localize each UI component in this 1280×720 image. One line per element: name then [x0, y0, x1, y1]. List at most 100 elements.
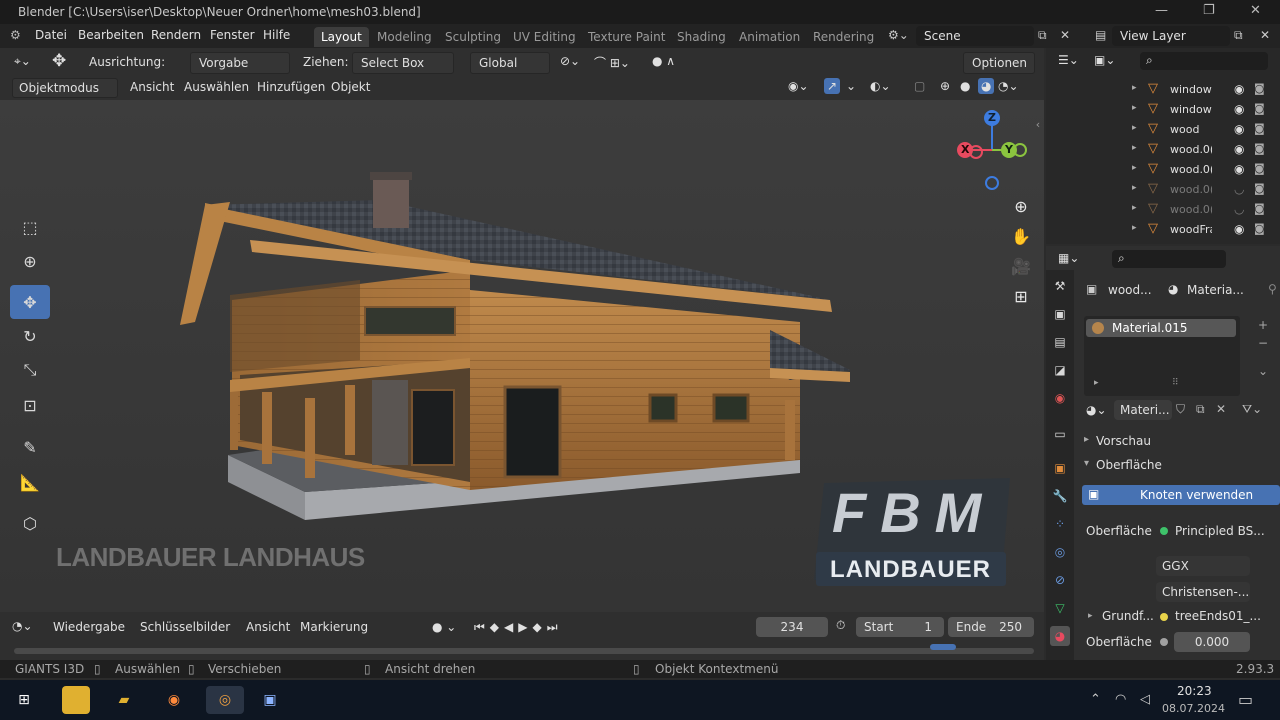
- pivot-icon[interactable]: ⊘⌄: [560, 54, 580, 68]
- tab-data-icon[interactable]: ▽: [1050, 598, 1070, 618]
- menu-ansicht[interactable]: Ansicht: [130, 80, 174, 94]
- menu-wiedergabe[interactable]: Wiedergabe: [53, 620, 125, 634]
- visibility-eye-icon[interactable]: ◉: [1234, 122, 1244, 136]
- minimize-button[interactable]: —: [1155, 3, 1168, 18]
- timeline-editor-icon[interactable]: ◔⌄: [12, 619, 33, 633]
- clock-time[interactable]: 20:23: [1177, 684, 1212, 698]
- outliner-row[interactable]: ▸ ▽ wood.0(◉ ◙: [1046, 160, 1280, 180]
- properties-search-input[interactable]: ⌕: [1112, 250, 1226, 268]
- notifications-icon[interactable]: ▭: [1238, 690, 1253, 709]
- editor-type-icon[interactable]: ⌖⌄: [14, 54, 31, 69]
- add-slot-icon[interactable]: +: [1258, 318, 1268, 332]
- windows-start-icon[interactable]: ⊞: [10, 686, 38, 714]
- gizmo-menu-icon[interactable]: ⌄: [846, 79, 856, 93]
- use-nodes-button[interactable]: ▣ Knoten verwenden: [1082, 485, 1280, 505]
- transform-orientation-dropdown[interactable]: Global: [470, 52, 550, 74]
- image-viewer-icon[interactable]: ▣: [256, 686, 284, 714]
- overlay-icon[interactable]: ◐⌄: [870, 79, 891, 93]
- tab-sculpting[interactable]: Sculpting: [438, 27, 508, 47]
- menu-objekt[interactable]: Objekt: [331, 80, 370, 94]
- delete-scene-icon[interactable]: ✕: [1060, 28, 1070, 42]
- vorschau-header[interactable]: Vorschau: [1096, 434, 1151, 448]
- playhead-marker[interactable]: [930, 644, 956, 650]
- rendered-shading-icon[interactable]: ◔⌄: [998, 79, 1019, 93]
- tab-rendering[interactable]: Rendering: [806, 27, 881, 47]
- tab-uv-editing[interactable]: UV Editing: [506, 27, 583, 47]
- file-explorer-icon[interactable]: [62, 686, 90, 714]
- tab-output-icon[interactable]: ▤: [1050, 332, 1070, 352]
- tab-scene-icon[interactable]: ◉: [1050, 388, 1070, 408]
- expand-arrow-icon[interactable]: ▸: [1132, 183, 1137, 193]
- visibility-eye-icon[interactable]: ◉: [1234, 222, 1244, 236]
- annotate-tool-icon[interactable]: ✎: [10, 430, 50, 464]
- menu-auswaehlen[interactable]: Auswählen: [184, 80, 249, 94]
- menu-markierung[interactable]: Markierung: [300, 620, 368, 634]
- menu-schluesselbilder[interactable]: Schlüsselbilder: [140, 620, 230, 634]
- snap-icon[interactable]: ⌒ ⊞⌄: [594, 54, 630, 71]
- select-box-tool-icon[interactable]: ⬚: [10, 210, 50, 244]
- vorschau-expand-icon[interactable]: ▸: [1084, 434, 1089, 445]
- visibility-eye-icon[interactable]: ◉: [1234, 102, 1244, 116]
- zoom-icon[interactable]: ⊕: [1007, 192, 1035, 220]
- tab-particles-icon[interactable]: ⁘: [1050, 514, 1070, 534]
- subsurface-method-dropdown[interactable]: Christensen-...: [1156, 582, 1250, 602]
- tab-animation[interactable]: Animation: [732, 27, 807, 47]
- material-name-field[interactable]: Materi...: [1114, 400, 1172, 420]
- start-frame-field[interactable]: Start 1: [856, 617, 944, 637]
- end-frame-field[interactable]: Ende 250: [948, 617, 1034, 637]
- slot-menu-icon[interactable]: ⌄: [1258, 364, 1268, 378]
- tray-chevron-icon[interactable]: ⌃: [1090, 692, 1101, 707]
- oberflaeche-header[interactable]: Oberfläche: [1096, 458, 1162, 472]
- outliner-editor-icon[interactable]: ☰⌄: [1058, 53, 1079, 67]
- tab-shading[interactable]: Shading: [670, 27, 733, 47]
- distribution-dropdown[interactable]: GGX: [1156, 556, 1250, 576]
- display-mode-icon[interactable]: ▣⌄: [1094, 53, 1115, 67]
- camera-view-icon[interactable]: 🎥: [1007, 252, 1035, 280]
- render-camera-icon[interactable]: ◙: [1254, 82, 1265, 95]
- duplicate-material-icon[interactable]: ⧉: [1196, 402, 1205, 417]
- tab-modeling[interactable]: Modeling: [370, 27, 439, 47]
- render-camera-icon[interactable]: ◙: [1254, 222, 1265, 235]
- proportional-edit-icon[interactable]: ● ∧: [652, 54, 675, 68]
- material-shading-icon[interactable]: ◕: [978, 78, 995, 94]
- expand-arrow-icon[interactable]: ▸: [1132, 83, 1137, 93]
- outliner-row[interactable]: ▸ ▽ wood.0(◡ ◙: [1046, 180, 1280, 200]
- tab-world-icon[interactable]: ▭: [1050, 424, 1070, 444]
- ausrichtung-dropdown[interactable]: Vorgabe: [190, 52, 290, 74]
- outliner-row[interactable]: ▸ ▽ window ◉ ◙: [1046, 100, 1280, 120]
- network-icon[interactable]: ◠: [1115, 692, 1126, 707]
- render-camera-icon[interactable]: ◙: [1254, 202, 1265, 215]
- tab-texture-paint[interactable]: Texture Paint: [581, 27, 672, 47]
- cursor-tool-icon[interactable]: ⊕: [10, 244, 50, 278]
- render-camera-icon[interactable]: ◙: [1254, 182, 1265, 195]
- menu-hinzufuegen[interactable]: Hinzufügen: [257, 80, 325, 94]
- subsurface-value-field[interactable]: 0.000: [1174, 632, 1250, 652]
- outliner-item-name[interactable]: window: [1170, 103, 1212, 116]
- mode-dropdown[interactable]: Objektmodus: [12, 78, 118, 98]
- outliner-item-name[interactable]: wood.0(: [1170, 183, 1212, 196]
- expand-arrow-icon[interactable]: ▸: [1132, 223, 1137, 233]
- navigation-gizmo[interactable]: Z Y X: [955, 110, 1035, 190]
- resize-handle-icon[interactable]: ⠿: [1172, 378, 1179, 388]
- optionen-dropdown[interactable]: Optionen: [963, 52, 1035, 74]
- material-slot-item[interactable]: Material.015: [1086, 319, 1236, 337]
- menu-rendern[interactable]: Rendern: [151, 28, 201, 42]
- blender-taskbar-icon[interactable]: ◎: [206, 686, 244, 714]
- tab-physics-icon[interactable]: ◎: [1050, 542, 1070, 562]
- material-tab-name[interactable]: Materia...: [1187, 283, 1244, 297]
- object-name[interactable]: wood...: [1108, 283, 1152, 297]
- remove-slot-icon[interactable]: −: [1258, 336, 1268, 350]
- expand-arrow-icon[interactable]: ▸: [1132, 123, 1137, 133]
- expand-arrow-icon[interactable]: ▸: [1132, 163, 1137, 173]
- tab-constraints-icon[interactable]: ⊘: [1050, 570, 1070, 590]
- menu-timeline-ansicht[interactable]: Ansicht: [246, 620, 290, 634]
- visibility-eye-icon[interactable]: ◡: [1234, 202, 1244, 216]
- tab-render-icon[interactable]: ▣: [1050, 304, 1070, 324]
- expand-icon[interactable]: ▸: [1094, 378, 1099, 388]
- stopwatch-icon[interactable]: ⏱: [836, 618, 845, 633]
- scene-field[interactable]: Scene: [916, 26, 1034, 46]
- visibility-icon[interactable]: ◉⌄: [788, 79, 809, 93]
- new-view-layer-icon[interactable]: ⧉: [1234, 28, 1243, 43]
- render-camera-icon[interactable]: ◙: [1254, 142, 1265, 155]
- sidebar-toggle-icon[interactable]: ‹: [1032, 110, 1044, 138]
